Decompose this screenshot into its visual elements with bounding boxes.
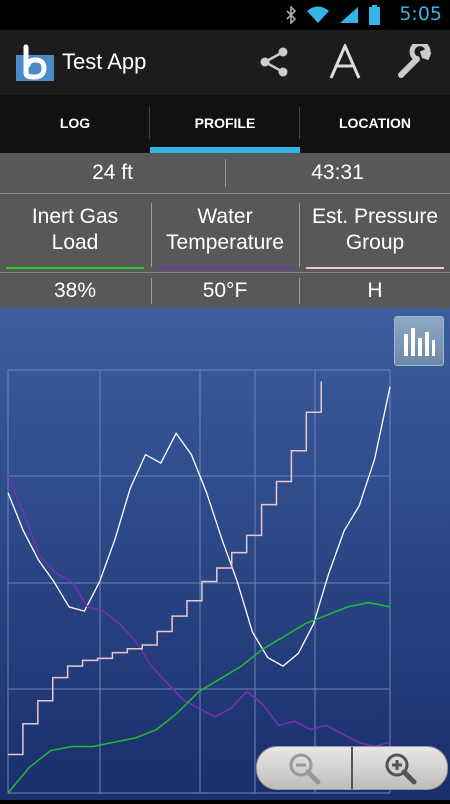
zoom-controls xyxy=(256,746,448,790)
battery-icon xyxy=(369,5,380,25)
settings-button[interactable] xyxy=(393,40,437,84)
status-icons xyxy=(285,5,380,25)
tab-log[interactable]: LOG xyxy=(0,95,150,153)
zoom-out-button[interactable] xyxy=(257,747,353,789)
header-line2: Load xyxy=(51,231,99,254)
tab-log-label: LOG xyxy=(59,115,91,131)
bluetooth-icon xyxy=(286,6,297,24)
share-button[interactable] xyxy=(252,40,296,84)
water-temperature-header: Water Temperature xyxy=(150,199,300,273)
font-button[interactable] xyxy=(323,40,367,84)
divider xyxy=(299,203,300,267)
header-line1: Inert Gas xyxy=(31,205,119,228)
pressure-group-value: H xyxy=(367,279,383,302)
inert-gas-legend-line xyxy=(6,267,144,269)
bar-chart-icon xyxy=(404,328,435,356)
app-title: Test App xyxy=(62,49,147,74)
status-bar: 5:05 xyxy=(0,0,450,30)
inert-gas-load-value: 38% xyxy=(53,279,97,302)
tab-location-label: LOCATION xyxy=(338,115,412,131)
status-time: 5:05 xyxy=(399,3,442,25)
pressure-group-legend-line xyxy=(306,267,444,269)
wrench-icon xyxy=(398,44,432,78)
action-bar: Test App xyxy=(0,30,450,95)
divider xyxy=(299,278,300,304)
tab-bar: LOG PROFILE LOCATION xyxy=(0,95,450,153)
header-line2: Group xyxy=(345,231,405,254)
zoom-out-icon xyxy=(289,753,321,785)
elapsed-time-value: 43:31 xyxy=(311,161,364,184)
dive-profile-chart[interactable] xyxy=(0,308,450,800)
chart-options-button[interactable] xyxy=(394,316,444,366)
divider xyxy=(225,159,226,187)
zoom-in-button[interactable] xyxy=(353,747,447,789)
metric-values-row: 38% 50°F H xyxy=(0,273,450,308)
depth-value: 24 ft xyxy=(92,161,133,184)
share-icon xyxy=(260,47,288,77)
app-logo-icon xyxy=(16,44,54,81)
font-icon xyxy=(329,44,361,79)
tab-location[interactable]: LOCATION xyxy=(300,95,450,153)
header-line1: Est. Pressure xyxy=(311,205,439,228)
metric-headers-row: Inert Gas Load Water Temperature Est. Pr… xyxy=(0,199,450,273)
water-temperature-value: 50°F xyxy=(202,279,248,302)
pressure-group-header: Est. Pressure Group xyxy=(300,199,450,273)
zoom-in-icon xyxy=(385,753,417,785)
divider xyxy=(151,278,152,304)
inert-gas-load-header: Inert Gas Load xyxy=(0,199,150,273)
divider xyxy=(0,193,450,194)
dive-stats-panel: 24 ft 43:31 Inert Gas Load Water Tempera… xyxy=(0,153,450,308)
tab-profile-label: PROFILE xyxy=(194,115,256,131)
chart-background xyxy=(0,308,450,800)
header-line2: Temperature xyxy=(166,231,284,254)
dive-profile-chart-svg xyxy=(0,308,450,800)
signal-icon xyxy=(340,7,358,23)
divider xyxy=(151,203,152,267)
tab-profile[interactable]: PROFILE xyxy=(150,95,300,153)
temperature-legend-line xyxy=(156,267,294,269)
wifi-icon xyxy=(307,6,329,23)
header-line1: Water xyxy=(197,205,253,228)
